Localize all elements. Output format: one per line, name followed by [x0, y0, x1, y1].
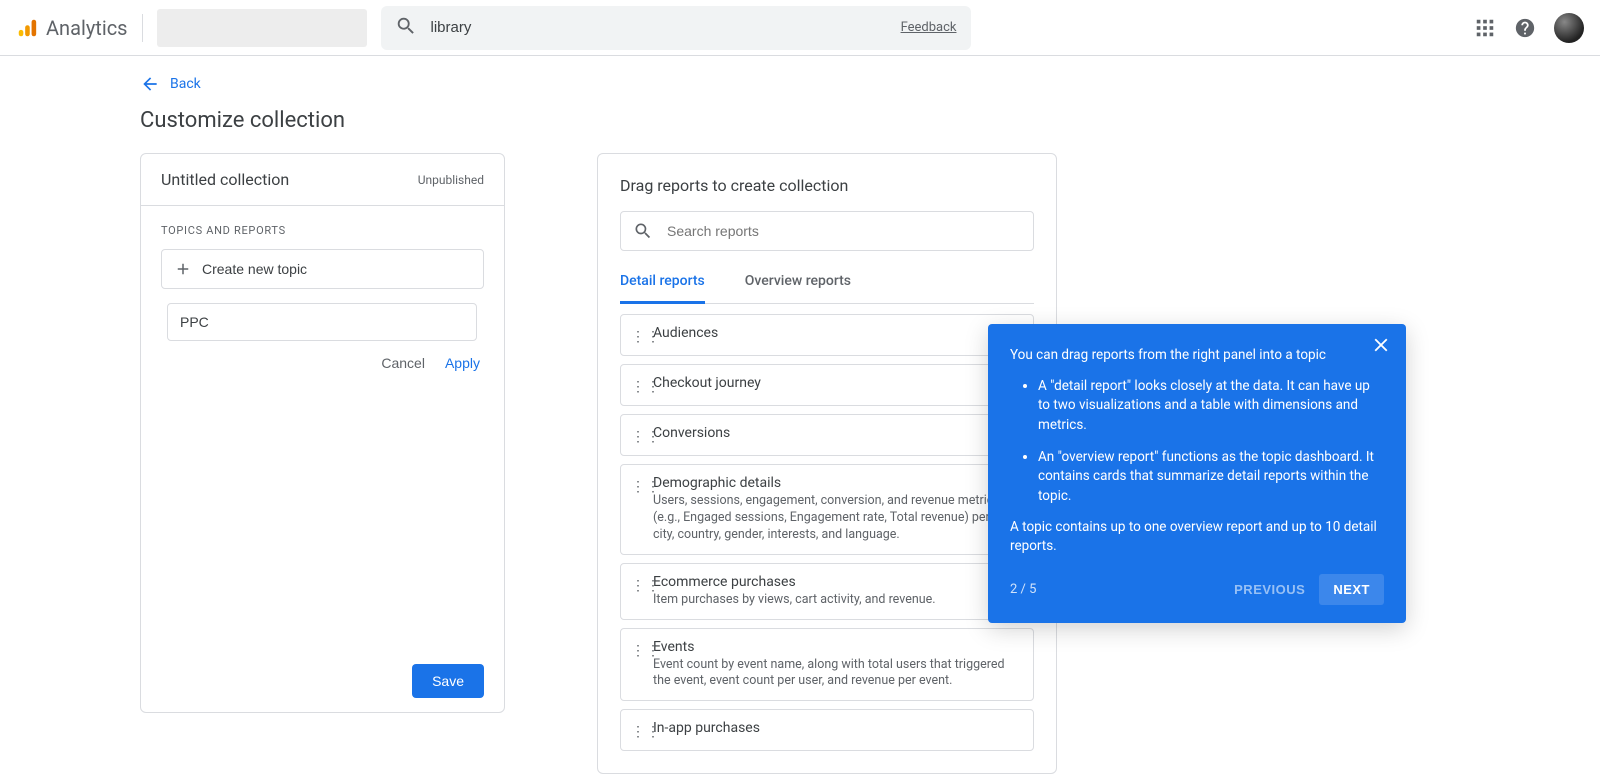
collection-editor-card: Untitled collection Unpublished TOPICS A…	[140, 153, 505, 713]
feedback-link[interactable]: Feedback	[901, 20, 957, 35]
product-logo[interactable]: Analytics	[16, 16, 128, 40]
topic-name-input[interactable]	[167, 303, 477, 341]
arrow-left-icon	[140, 74, 160, 94]
page-title: Customize collection	[0, 108, 1600, 133]
report-tabs: Detail reports Overview reports	[620, 273, 1034, 304]
account-selector-redacted[interactable]	[157, 9, 367, 47]
cancel-button[interactable]: Cancel	[381, 355, 425, 371]
report-title: Conversions	[653, 425, 1023, 441]
tooltip-previous-button[interactable]: PREVIOUS	[1220, 574, 1319, 605]
report-title: Checkout journey	[653, 375, 1023, 391]
close-icon	[1370, 334, 1392, 356]
report-title: Events	[653, 639, 1023, 655]
search-input[interactable]	[431, 19, 887, 36]
report-title: Demographic details	[653, 475, 1023, 491]
product-name: Analytics	[46, 16, 128, 40]
report-title: Ecommerce purchases	[653, 574, 1023, 590]
top-bar: Analytics Feedback	[0, 0, 1600, 56]
tooltip-close-button[interactable]	[1370, 334, 1396, 360]
plus-icon	[174, 260, 192, 278]
collection-name: Untitled collection	[161, 170, 289, 189]
search-icon	[395, 15, 417, 41]
report-row[interactable]: ⋮⋮ Checkout journey	[620, 364, 1034, 406]
report-row[interactable]: ⋮⋮ Events Event count by event name, along…	[620, 628, 1034, 702]
apply-button[interactable]: Apply	[445, 355, 480, 371]
create-topic-button[interactable]: Create new topic	[161, 249, 484, 289]
report-search[interactable]	[620, 211, 1034, 251]
tooltip-bullet: A "detail report" looks closely at the d…	[1038, 377, 1384, 436]
tooltip-outro: A topic contains up to one overview repo…	[1010, 518, 1384, 556]
search-icon	[633, 221, 653, 241]
report-title: Audiences	[653, 325, 1023, 341]
topics-section-label: TOPICS AND REPORTS	[161, 224, 484, 237]
drag-handle-icon[interactable]: ⋮⋮	[631, 429, 643, 445]
drag-handle-icon[interactable]: ⋮⋮	[631, 379, 643, 395]
analytics-logo-icon	[16, 17, 38, 39]
global-search[interactable]: Feedback	[381, 6, 971, 50]
report-description: Users, sessions, engagement, conversion,…	[653, 493, 1023, 544]
drag-handle-icon[interactable]: ⋮⋮	[631, 724, 643, 740]
report-row[interactable]: ⋮⋮ Conversions	[620, 414, 1034, 456]
tooltip-next-button[interactable]: NEXT	[1319, 574, 1384, 605]
tooltip-intro: You can drag reports from the right pane…	[1010, 346, 1384, 365]
apps-icon[interactable]	[1474, 17, 1496, 39]
account-avatar[interactable]	[1554, 13, 1584, 43]
tooltip-step-counter: 2 / 5	[1010, 582, 1036, 597]
report-search-input[interactable]	[667, 223, 1021, 239]
collection-status: Unpublished	[418, 173, 484, 187]
tab-overview-reports[interactable]: Overview reports	[745, 273, 851, 304]
report-description: Event count by event name, along with to…	[653, 657, 1023, 691]
report-row[interactable]: ⋮⋮ Audiences	[620, 314, 1034, 356]
drag-handle-icon[interactable]: ⋮⋮	[631, 479, 643, 495]
report-row[interactable]: ⋮⋮ Ecommerce purchases Item purchases by v…	[620, 563, 1034, 620]
drag-handle-icon[interactable]: ⋮⋮	[631, 329, 643, 345]
reports-card-title: Drag reports to create collection	[620, 176, 1034, 195]
report-description: Item purchases by views, cart activity, …	[653, 592, 1023, 609]
drag-handle-icon[interactable]: ⋮⋮	[631, 578, 643, 594]
report-title: In-app purchases	[653, 720, 1023, 736]
divider	[142, 14, 143, 42]
report-row[interactable]: ⋮⋮ In-app purchases	[620, 709, 1034, 751]
back-button[interactable]: Back	[0, 74, 1600, 94]
save-button[interactable]: Save	[412, 664, 484, 698]
create-topic-label: Create new topic	[202, 261, 307, 277]
onboarding-tooltip: You can drag reports from the right pane…	[988, 324, 1406, 623]
tab-detail-reports[interactable]: Detail reports	[620, 273, 705, 304]
drag-handle-icon[interactable]: ⋮⋮	[631, 643, 643, 659]
help-icon[interactable]	[1514, 17, 1536, 39]
report-row[interactable]: ⋮⋮ Demographic details Users, sessions, en…	[620, 464, 1034, 555]
back-label: Back	[170, 76, 201, 92]
tooltip-bullet: An "overview report" functions as the to…	[1038, 448, 1384, 507]
